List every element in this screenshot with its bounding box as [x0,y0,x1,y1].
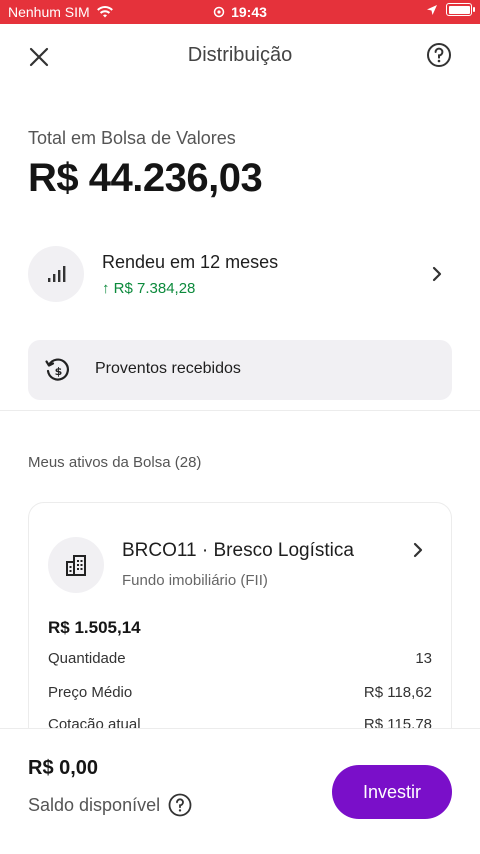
dollar-history-icon: $ [45,358,69,381]
balance-label: Saldo disponível [28,794,161,815]
balance-value: R$ 0,00 [28,757,99,779]
total-label: Total em Bolsa de Valores [28,128,236,148]
status-time: 19:43 [231,4,267,20]
earnings-row[interactable]: Rendeu em 12 meses ↑ R$ 7.384,28 [28,246,452,304]
asset-icon-wrap [48,537,104,593]
page-header: Distribuição [0,24,480,88]
asset-type: Fundo imobiliário (FII) [122,572,268,589]
total-value: R$ 44.236,03 [28,156,263,200]
earnings-amount: R$ 7.384,28 [113,280,196,297]
status-center: 19:43 [0,4,480,20]
battery-icon [446,3,475,16]
asset-row-quantidade: Quantidade 13 [48,650,432,667]
section-divider [0,410,480,411]
row-label: Preço Médio [48,684,133,701]
proventos-button[interactable]: $ Proventos recebidos [28,340,452,400]
chevron-right-icon [413,542,423,558]
help-icon[interactable] [426,42,452,68]
assets-section-title: Meus ativos da Bolsa (28) [28,454,202,471]
building-icon [66,555,86,576]
row-value: 13 [415,650,432,667]
asset-row-preco-medio: Preço Médio R$ 118,62 [48,684,432,701]
location-icon [427,4,437,15]
row-value: R$ 118,62 [363,684,432,701]
page-title: Distribuição [187,44,293,66]
svg-text:$: $ [55,365,63,378]
asset-name: BRCO11 · Bresco Logística [122,540,354,561]
asset-amount: R$ 1.505,14 [48,618,141,637]
signal-bars-icon [48,266,66,282]
asset-card[interactable]: BRCO11 · Bresco Logística Fundo imobiliá… [28,502,452,762]
earnings-icon-wrap [28,246,84,302]
proventos-label: Proventos recebidos [95,360,241,377]
help-icon[interactable] [168,793,192,817]
arrow-up-icon: ↑ [102,280,110,297]
alarm-icon [213,6,225,18]
earnings-value: ↑ R$ 7.384,28 [102,280,195,297]
status-bar: Nenhum SIM 19:43 [0,0,480,24]
row-label: Quantidade [48,650,126,667]
invest-button[interactable]: Investir [332,765,452,819]
bottom-bar: R$ 0,00 Saldo disponível Investir [0,728,480,854]
balance-label-row: Saldo disponível [28,793,192,817]
chevron-right-icon [432,266,442,282]
earnings-title: Rendeu em 12 meses [102,252,279,272]
status-right [426,3,475,16]
